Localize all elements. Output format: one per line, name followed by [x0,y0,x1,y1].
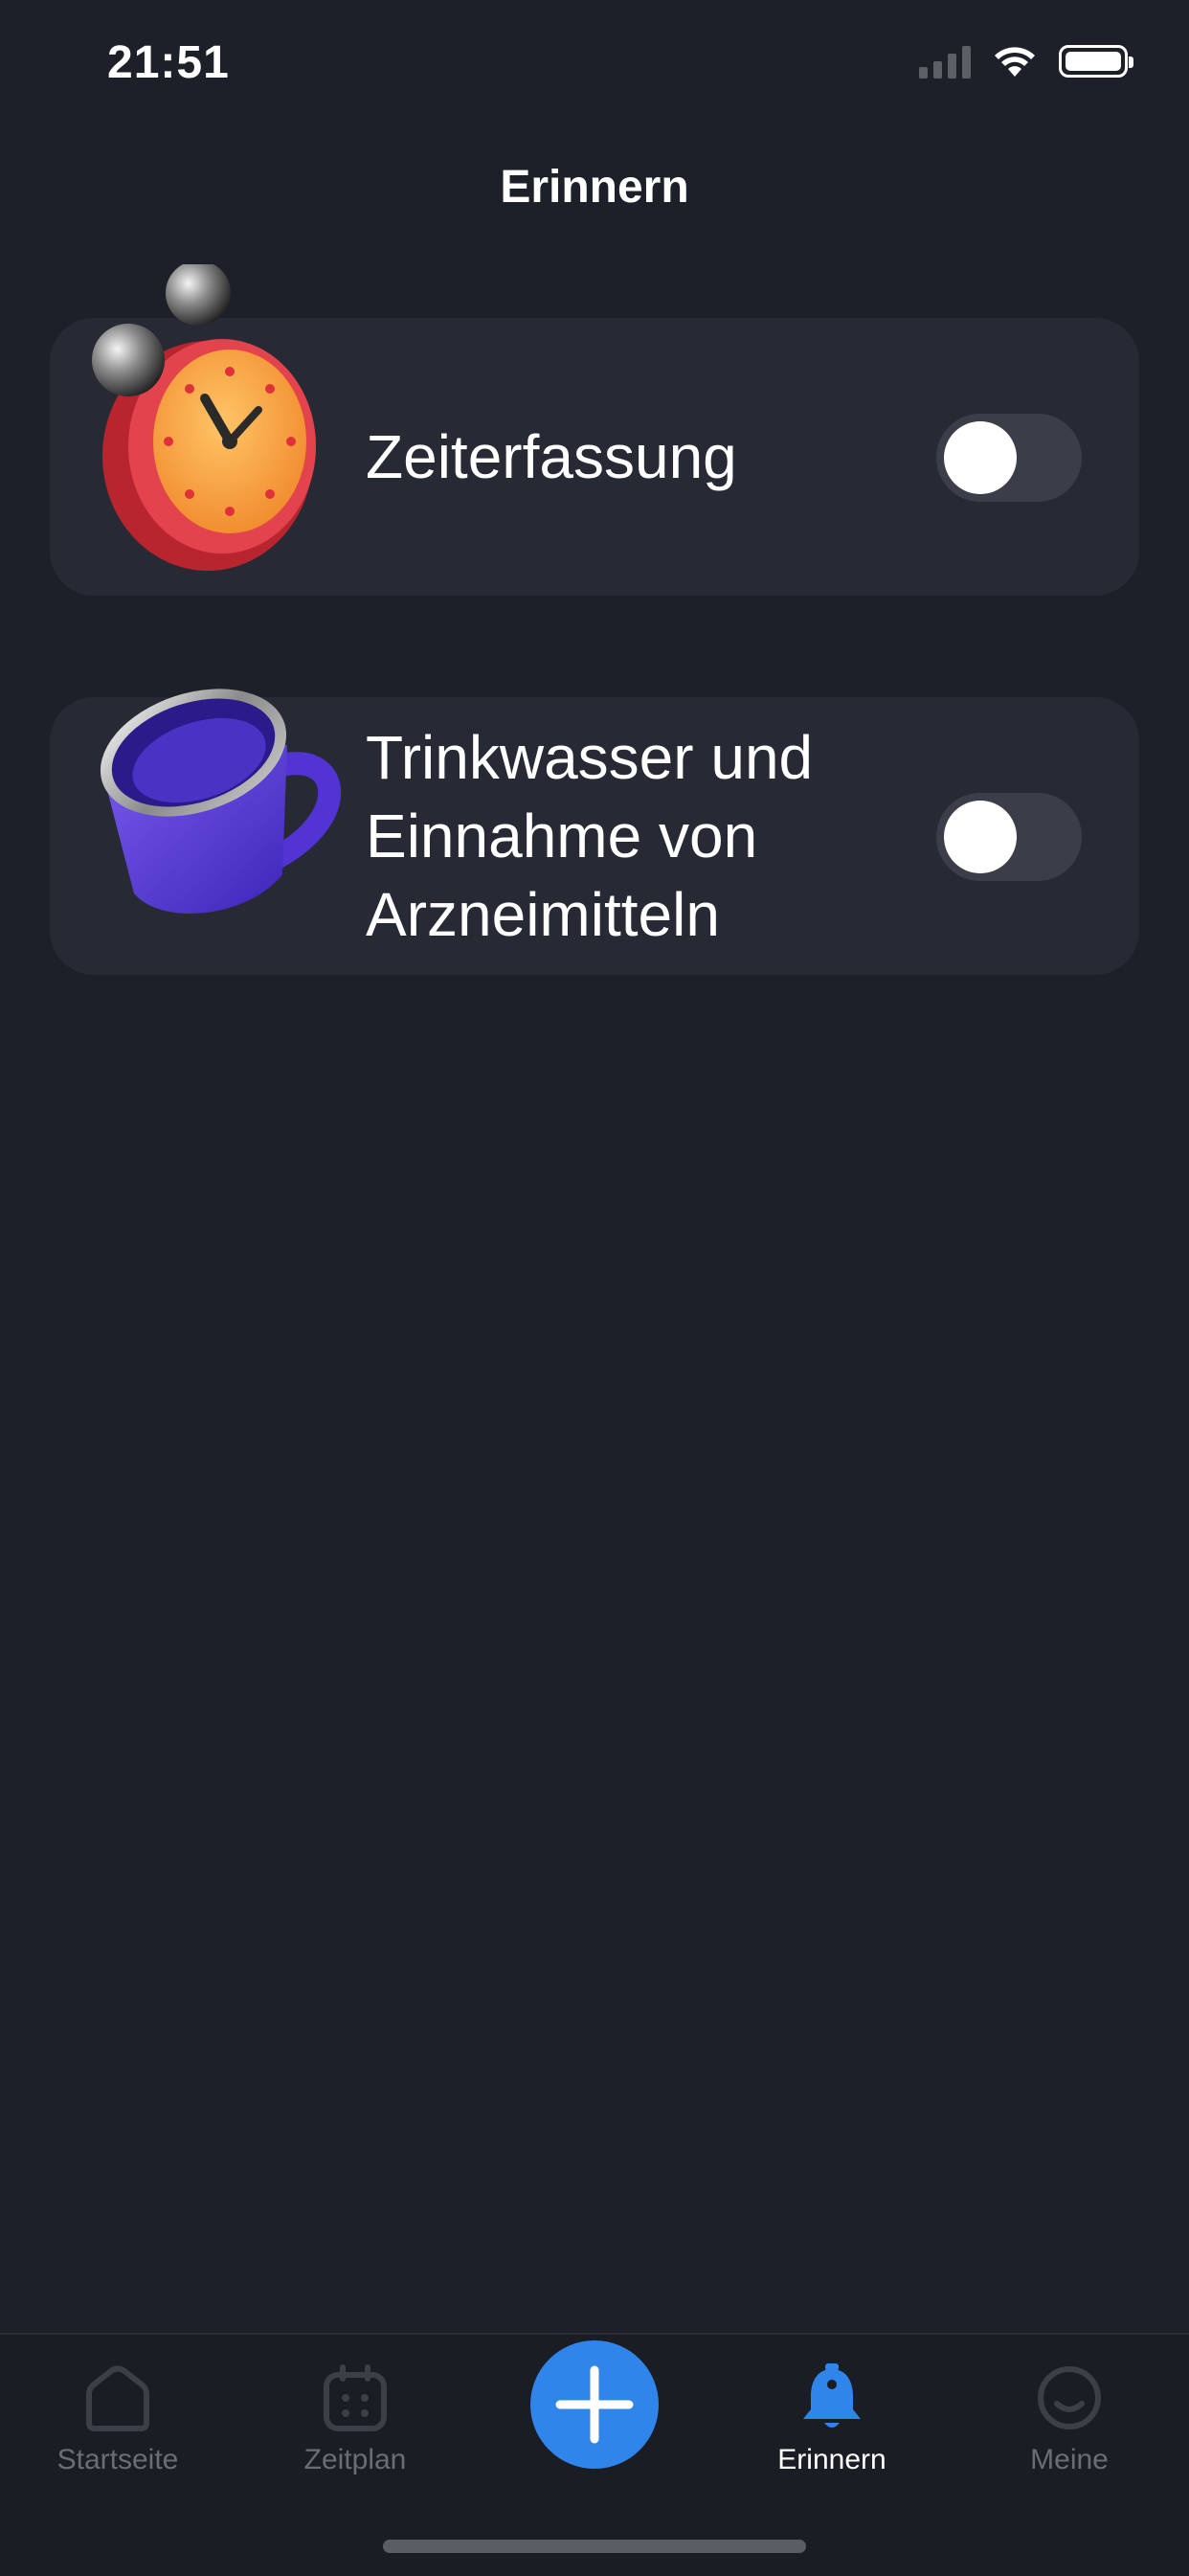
home-icon [86,2365,149,2431]
tab-label: Meine [1030,2444,1109,2475]
tab-label: Zeitplan [303,2444,407,2475]
reminder-card-water-medication: Trinkwasser und Einnahme von Arzneimitte… [50,689,1139,975]
toggle-knob [944,421,1017,494]
alarm-clock-icon [92,264,316,571]
calendar-icon [324,2364,387,2431]
wifi-icon [995,47,1035,77]
tab-startseite[interactable]: Startseite [12,2360,223,2476]
add-button[interactable] [530,2340,659,2469]
water-medication-toggle[interactable] [936,793,1082,881]
page-title: Erinnern [500,162,689,213]
tab-label: Startseite [56,2444,179,2475]
tab-label: Erinnern [777,2444,886,2475]
plus-icon [555,2365,634,2444]
home-indicator[interactable] [383,2540,806,2553]
battery-icon [1059,45,1133,78]
status-time: 21:51 [107,37,230,88]
smiley-icon [1038,2366,1101,2429]
mug-icon [100,689,342,915]
tab-erinnern[interactable]: Erinnern [727,2360,937,2476]
tab-zeitplan[interactable]: Zeitplan [250,2360,460,2476]
tab-meine[interactable]: Meine [964,2360,1175,2476]
status-icons [919,44,1133,79]
toggle-knob [944,801,1017,873]
reminder-label: Trinkwasser und Einnahme von Arzneimitte… [366,723,814,949]
reminder-card-time-tracking: Zeiterfassung [50,264,1139,596]
status-bar: 21:51 [0,0,1189,134]
time-tracking-toggle[interactable] [936,414,1082,502]
bell-icon [803,2363,861,2428]
reminder-label: Zeiterfassung [366,422,737,491]
signal-icon [919,44,971,79]
